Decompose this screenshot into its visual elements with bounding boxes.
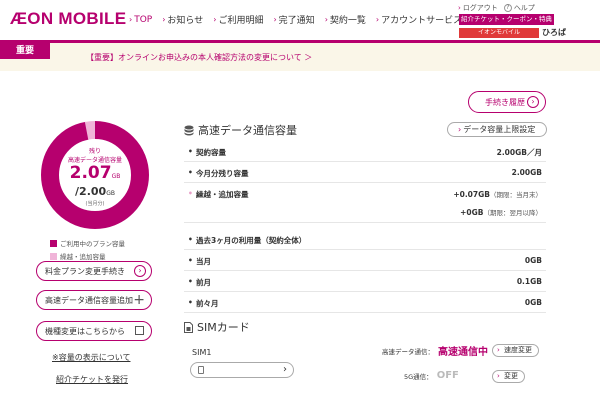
legend-swatch	[50, 239, 57, 247]
legend-swatch	[50, 252, 57, 260]
important-notice-bar: 重要 【重要】オンラインお申込みの本人確認方法の変更について ＞	[0, 43, 600, 71]
contract-capacity-row: • 契約容量 2.00GB／月	[184, 141, 546, 162]
chevron-right-icon: ›	[458, 4, 461, 12]
help-link[interactable]: ? ヘルプ	[503, 3, 535, 13]
chevron-right-icon: ›	[134, 265, 146, 277]
device-change-button[interactable]: 機種変更はこちらから	[36, 321, 152, 341]
nav-account[interactable]: › アカウントサービス	[371, 13, 467, 26]
remaining-value: 2.07GB	[69, 163, 121, 183]
chevron-right-icon: ›	[497, 346, 500, 354]
nav-statement[interactable]: › ご利用明細	[208, 13, 268, 26]
header: ÆON MOBILE › TOP › お知らせ › ご利用明細 › 完了通知 › 契約一覧…	[0, 0, 600, 43]
important-badge: 重要	[0, 43, 50, 59]
sim-name: SIM1	[192, 348, 212, 357]
legend-item: 繰越・追加容量	[50, 251, 125, 261]
capacity-section-title: 高速データ通信容量	[184, 122, 297, 138]
chevron-right-icon: ›	[527, 96, 539, 108]
question-icon: ?	[503, 4, 512, 12]
per-month-note: (当月分)	[85, 201, 105, 207]
nav-top[interactable]: › TOP	[124, 13, 157, 26]
top-right-links: › ログアウト ? ヘルプ	[458, 3, 541, 13]
main-nav: › TOP › お知らせ › ご利用明細 › 完了通知 › 契約一覧 › アカウントサービス	[124, 13, 467, 27]
speed-change-button[interactable]: › 速度変更	[492, 344, 539, 357]
data-add-button[interactable]: 高速データ通信容量追加 +	[36, 290, 152, 310]
fiveg-status: 5G通信： OFF	[404, 370, 459, 381]
chevron-right-icon: ›	[213, 15, 217, 24]
past-usage-row: • 当月 0GB	[184, 250, 546, 271]
plan-change-button[interactable]: 料金プラン変更手続き ›	[36, 261, 152, 281]
issue-ticket-link[interactable]: 紹介チケットを発行	[56, 374, 128, 385]
chevron-right-icon: ›	[129, 15, 133, 24]
chevron-right-icon: ›	[324, 15, 328, 24]
nav-completion[interactable]: › 完了通知	[268, 13, 319, 26]
donut-center: 残り 高速データ通信容量 2.07GB /2.00GB (当月分)	[58, 138, 132, 212]
external-link-icon	[135, 326, 144, 335]
nav-news[interactable]: › お知らせ	[157, 13, 208, 26]
sim-select[interactable]: ›	[190, 362, 294, 378]
nav-contracts[interactable]: › 契約一覧	[320, 13, 371, 26]
usage-donut: 残り 高速データ通信容量 2.07GB /2.00GB (当月分)	[40, 120, 150, 230]
procedure-history-button[interactable]: 手続き履歴 ›	[468, 91, 546, 113]
remain-label: 残り	[88, 148, 101, 155]
fiveg-value: OFF	[436, 370, 459, 381]
past-usage-header: • 過去3ヶ月の利用量（契約全体）	[184, 229, 546, 250]
chevron-right-icon: ›	[375, 15, 380, 24]
speed-status: 高速データ通信： 高速通信中	[382, 343, 488, 358]
aeon-mobile-logo[interactable]: ÆON MOBILE	[10, 9, 126, 29]
hiroba-label: ひろば	[542, 28, 566, 37]
hiroba-link[interactable]: イオンモバイル ひろば	[459, 27, 566, 38]
past-usage-row: • 前々月 0GB	[184, 292, 546, 313]
chevron-right-icon: ›	[162, 15, 166, 24]
chevron-right-icon: ›	[458, 125, 462, 134]
hiroba-logo: イオンモバイル	[459, 27, 539, 38]
logout-link[interactable]: › ログアウト	[458, 3, 498, 13]
chevron-right-icon: ›	[273, 15, 277, 24]
notice-link[interactable]: 【重要】オンラインお申込みの本人確認方法の変更について ＞	[86, 52, 312, 63]
chevron-right-icon: ›	[497, 372, 500, 380]
sim-card-icon	[198, 366, 204, 374]
month-remaining-row: • 今月分残り容量 2.00GB	[184, 162, 546, 183]
legend-item: ご利用中のプラン容量	[50, 238, 125, 248]
plus-icon: +	[133, 292, 145, 308]
sim-section-title: SIMカード	[184, 319, 250, 335]
chevron-right-icon: ›	[283, 364, 287, 375]
database-icon	[184, 125, 194, 135]
ticket-coupon-button[interactable]: 紹介チケット・クーポン・特典	[459, 14, 554, 25]
fiveg-change-button[interactable]: › 変更	[492, 370, 525, 383]
display-note-link[interactable]: ※容量の表示について	[52, 352, 130, 363]
total-value: /2.00GB	[75, 185, 115, 198]
past-usage-row: • 前月 0.1GB	[184, 271, 546, 292]
carryover-row: • 繰越・追加容量 +0.07GB（期限：当月末） +0GB（期限：翌月以降）	[184, 183, 546, 223]
sim-card-icon	[184, 321, 193, 333]
speed-value: 高速通信中	[438, 347, 488, 358]
data-limit-setting-button[interactable]: › データ容量上限設定	[447, 122, 547, 137]
